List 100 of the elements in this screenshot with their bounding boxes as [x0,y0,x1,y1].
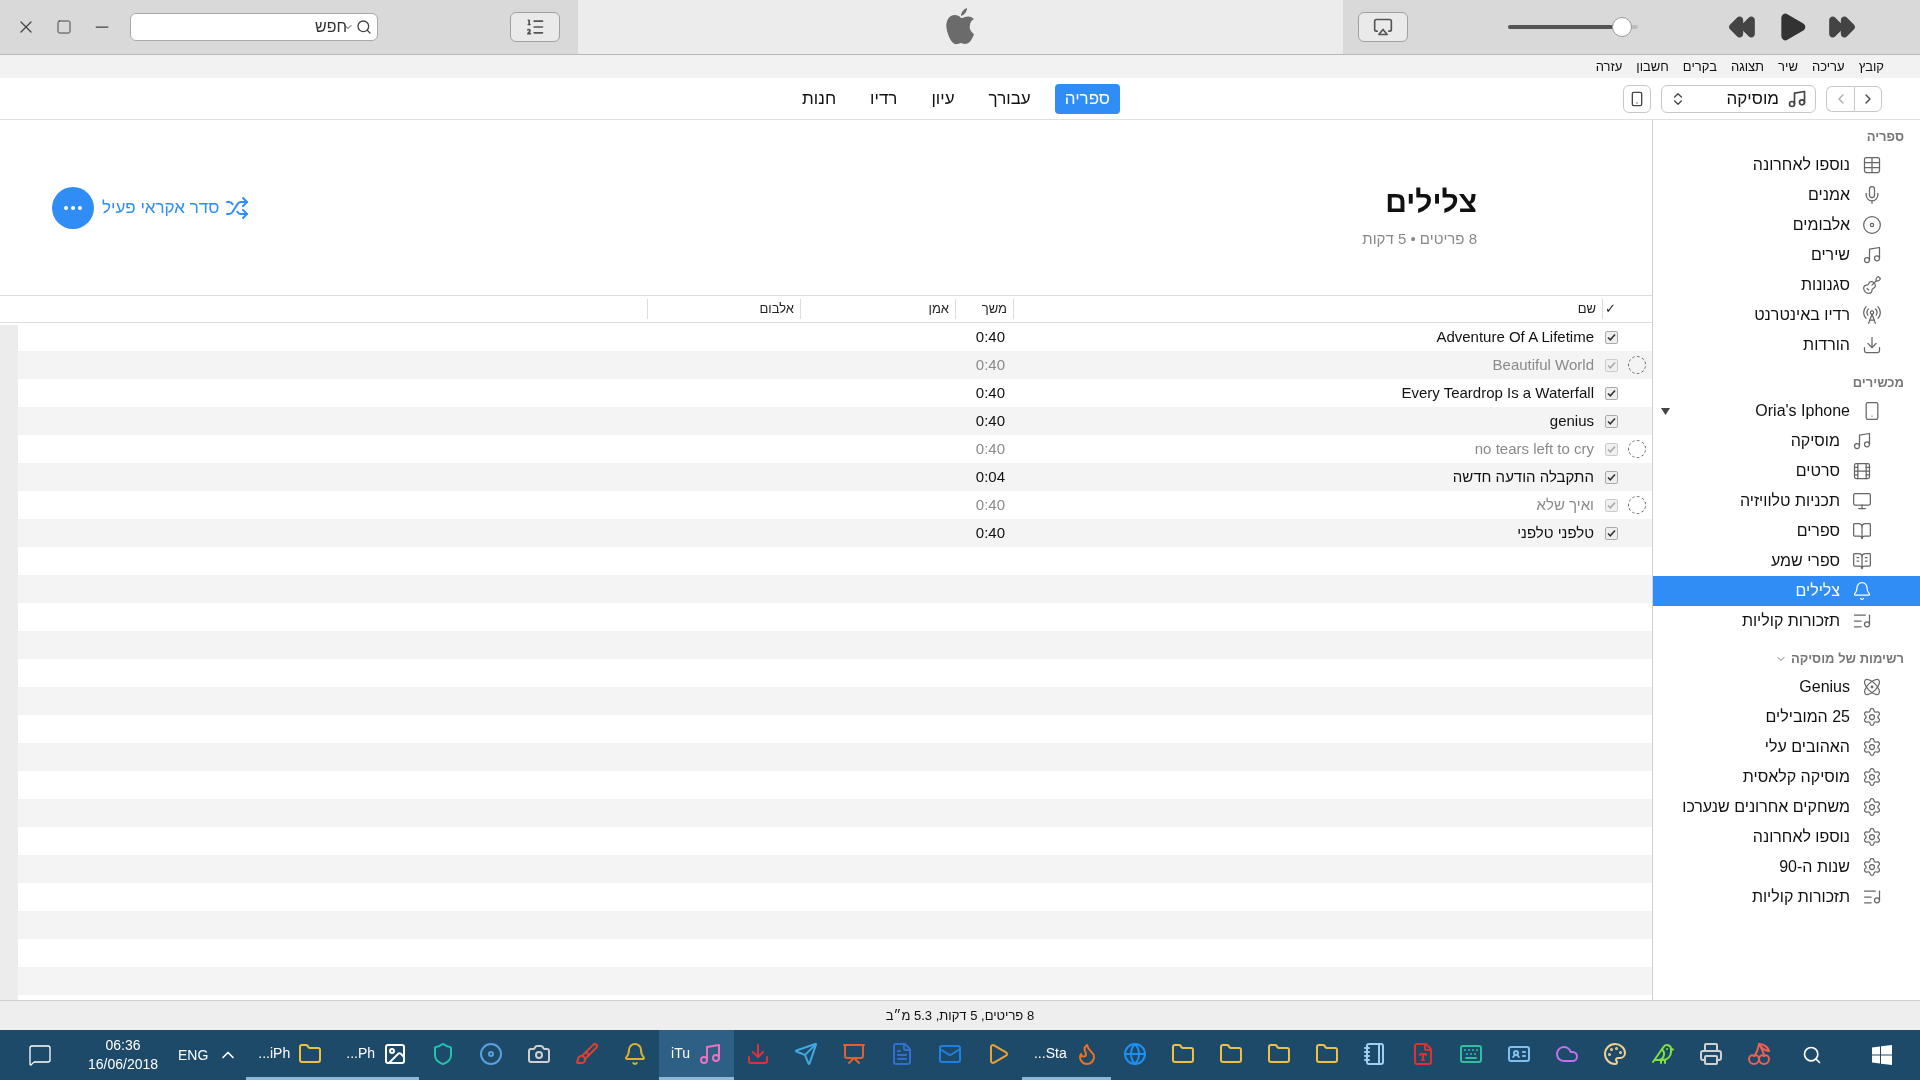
nav-tab[interactable]: חנות [792,83,847,114]
sidebar-item[interactable]: משחקים אחרונים שנערכו [1653,792,1920,822]
sidebar-item[interactable]: הורדות [1653,330,1920,360]
column-header[interactable]: אמן [800,299,955,319]
gear-icon [1862,767,1882,787]
page-title: צלילים [1384,183,1477,220]
disc-icon [479,1041,504,1066]
sidebar-item[interactable]: רדיו באינטרנט [1653,300,1920,330]
song-title: ואיך שלא [1535,494,1595,515]
taskbar-button[interactable]: ...Sta [1022,1030,1111,1080]
menu-item[interactable]: עריכה [1811,56,1845,77]
gear-icon [1862,797,1882,817]
taskbar-button[interactable]: iTu [659,1030,734,1080]
duration: 0:40 [974,382,1006,403]
duration: 0:04 [974,466,1006,487]
duration: 0:40 [974,354,1006,375]
music-note-icon [1852,431,1872,451]
checkbox[interactable] [1605,526,1618,540]
menu-item[interactable]: תצוגה [1730,56,1765,77]
checkbox[interactable] [1605,358,1618,372]
sidebar-item[interactable]: Genius [1653,672,1920,702]
sidebar-item[interactable]: מוסיקה קלאסית [1653,762,1920,792]
notification-icon[interactable] [28,1043,52,1067]
sidebar-item[interactable]: ספרי שמע [1653,546,1920,576]
column-header[interactable]: משך [955,299,1013,319]
column-header[interactable]: ✓ [1602,299,1652,319]
send-icon [794,1041,818,1066]
column-header[interactable]: שם [1013,299,1602,319]
checkbox[interactable] [1605,330,1618,344]
language-indicator[interactable]: ENG [178,1044,209,1066]
sidebar-item[interactable]: אמנים [1653,180,1920,210]
windows-logo-icon[interactable] [1872,1045,1892,1065]
device-button[interactable] [1623,84,1651,113]
sidebar-item[interactable]: תכניות טלוויזיה [1653,486,1920,516]
list-view-button[interactable] [510,12,560,42]
music-icon [698,1041,722,1066]
duration: 0:40 [974,522,1006,543]
column-header[interactable]: אלבום [647,299,800,319]
song-title: Every Teardrop Is a Waterfall [1400,382,1595,403]
brush-icon [575,1041,600,1066]
nav-tab[interactable]: עבורך [978,83,1041,114]
shuffle-icon [225,195,250,220]
taskbar-button[interactable]: ...Ph [334,1030,420,1080]
checkbox[interactable] [1605,386,1618,400]
sidebar-item[interactable]: שירים [1653,240,1920,270]
tv-icon [1852,491,1872,511]
menu-item[interactable]: עזרה [1595,56,1623,77]
phone-icon [1629,90,1645,107]
bird-icon [1650,1041,1675,1066]
sidebar-item[interactable]: אלבומים [1653,210,1920,240]
music-note-icon [1862,245,1882,265]
download-icon [1862,335,1882,355]
audiobook-icon [1852,551,1872,571]
clock[interactable]: 06:36 16/06/2018 [78,1036,168,1074]
status-text: 8 פריטים, 5 דקות, 5.3 מ״ב [885,1006,1035,1025]
folder-icon [1314,1041,1339,1066]
more-button[interactable] [52,186,94,229]
sidebar-item[interactable]: שנות ה-90 [1653,852,1920,882]
sidebar-item[interactable]: סרטים [1653,456,1920,486]
sidebar-item[interactable]: סגנונות [1653,270,1920,300]
section-header: מכשירים [1852,374,1904,393]
checkbox[interactable] [1605,498,1618,512]
rewind-icon[interactable] [1728,13,1756,41]
menu-item[interactable]: שיר [1778,56,1798,77]
sidebar-item[interactable]: נוספו לאחרונה [1653,822,1920,852]
maximize-icon[interactable] [56,19,72,35]
sidebar-item[interactable]: 25 המובילים [1653,702,1920,732]
checkbox[interactable] [1605,414,1618,428]
source-dropdown[interactable]: מוסיקה [1661,84,1816,113]
song-title: התקבלה הודעה חדשה [1451,466,1595,487]
airplay-icon [1373,17,1393,37]
section-header: רשימות של מוסיקה [1790,650,1904,669]
table-icon [1862,155,1882,175]
airplay-button[interactable] [1358,12,1408,42]
taskbar-button[interactable]: ...iPh [246,1030,335,1080]
menu-item[interactable]: קובץ [1858,56,1884,77]
search-icon[interactable] [1802,1045,1822,1065]
search-field[interactable]: חפש [130,13,378,41]
sidebar-item[interactable]: ספרים [1653,516,1920,546]
sidebar-item[interactable]: נוספו לאחרונה [1653,150,1920,180]
volume-slider[interactable] [1508,17,1638,37]
song-title: טלפני טלפני [1516,522,1595,543]
sidebar-item[interactable]: מוסיקה [1653,426,1920,456]
sidebar-item[interactable]: Oria's Iphone [1653,396,1920,426]
checkbox[interactable] [1605,470,1618,484]
gear-icon [1862,707,1882,727]
cherry-icon [1746,1041,1771,1066]
fast-forward-icon[interactable] [1828,13,1856,41]
nav-tab[interactable]: רדיו [860,83,908,114]
sidebar-item[interactable]: האהובים עלי [1653,732,1920,762]
page-subtitle: 8 פריטים • 5 דקות [1362,228,1477,249]
sidebar-item[interactable]: תזכורות קוליות [1653,882,1920,912]
expand-triangle-icon[interactable] [1661,407,1670,415]
folder-icon [1170,1041,1195,1066]
album-icon [1862,215,1882,235]
nav-tab[interactable]: עיון [921,83,965,114]
sidebar-item[interactable]: תזכורות קוליות [1653,606,1920,636]
menu-item[interactable]: חשבון [1636,56,1669,77]
menu-item[interactable]: בקרים [1682,56,1717,77]
checkbox[interactable] [1605,442,1618,456]
